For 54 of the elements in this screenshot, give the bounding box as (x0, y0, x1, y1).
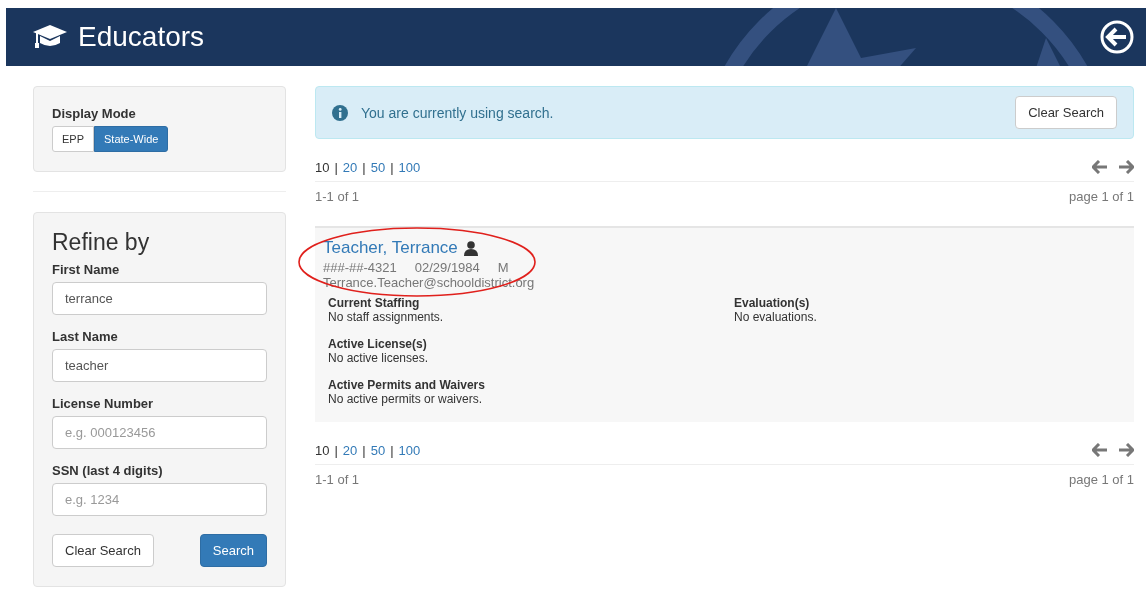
input-field[interactable]: teacher (52, 349, 267, 382)
page-size-link[interactable]: 50 (370, 442, 386, 458)
page-size-link[interactable]: 100 (398, 159, 421, 175)
page-size-link[interactable]: 100 (398, 442, 421, 458)
ssn-text: ###-##-4321 (323, 260, 397, 275)
section-text: No evaluations. (734, 310, 818, 324)
gender-text: M (497, 260, 509, 275)
alert-message: You are currently using search. (361, 104, 555, 121)
separator-text: | (362, 442, 366, 458)
field-label: First Name (52, 262, 121, 277)
section-text: No active licenses. (328, 351, 430, 365)
section-title: Current Staffing (328, 296, 421, 310)
person-icon (463, 240, 478, 256)
input-field[interactable]: e.g. 1234 (52, 483, 267, 516)
mode-toggle[interactable]: State-Wide (94, 126, 169, 152)
page-indicator: page 1 of 1 (1068, 471, 1134, 487)
page-size-link[interactable]: 20 (342, 159, 358, 175)
info-icon (332, 104, 348, 121)
page-size-link[interactable]: 10 (315, 159, 330, 175)
section-title: Evaluation(s) (734, 296, 811, 310)
separator-text: | (334, 159, 338, 175)
birth-date: 02/29/1984 (414, 260, 480, 275)
result-range: 1-1 of 1 (315, 188, 360, 204)
right-arrow-icon[interactable] (1118, 160, 1134, 174)
separator-text: | (390, 442, 394, 458)
field-label: Display Mode (52, 106, 137, 121)
separator-text: | (390, 159, 394, 175)
educator-name-link[interactable]: Teacher, Terrance (323, 238, 458, 258)
right-arrow-icon[interactable] (1118, 443, 1134, 457)
page-title: Educators (78, 21, 205, 53)
section-text: No active permits or waivers. (328, 392, 484, 406)
field-label: SSN (last 4 digits) (52, 463, 164, 478)
mode-toggle[interactable]: EPP (52, 126, 94, 152)
section-text: No staff assignments. (328, 310, 445, 324)
separator-text: | (362, 159, 366, 175)
clear-search-button[interactable]: Clear Search (52, 534, 154, 567)
separator-text: | (334, 442, 338, 458)
search-button[interactable]: Search (199, 534, 267, 567)
field-label: License Number (52, 396, 155, 411)
page-indicator: page 1 of 1 (1068, 188, 1134, 204)
clear-search-button[interactable]: Clear Search (1015, 96, 1117, 129)
page-size-link[interactable]: 10 (315, 442, 330, 458)
section-title: Active Permits and Waivers (328, 378, 486, 392)
graduation-cap-icon (32, 24, 68, 50)
left-arrow-icon[interactable] (1092, 443, 1108, 457)
left-arrow-icon[interactable] (1092, 160, 1108, 174)
result-range: 1-1 of 1 (315, 471, 360, 487)
input-field[interactable]: terrance (52, 282, 267, 315)
page-size-link[interactable]: 50 (370, 159, 386, 175)
field-label: Last Name (52, 329, 119, 344)
input-field[interactable]: e.g. 000123456 (52, 416, 267, 449)
panel-title: Refine by (52, 229, 151, 256)
section-title: Active License(s) (328, 337, 428, 351)
page-size-link[interactable]: 20 (342, 442, 358, 458)
